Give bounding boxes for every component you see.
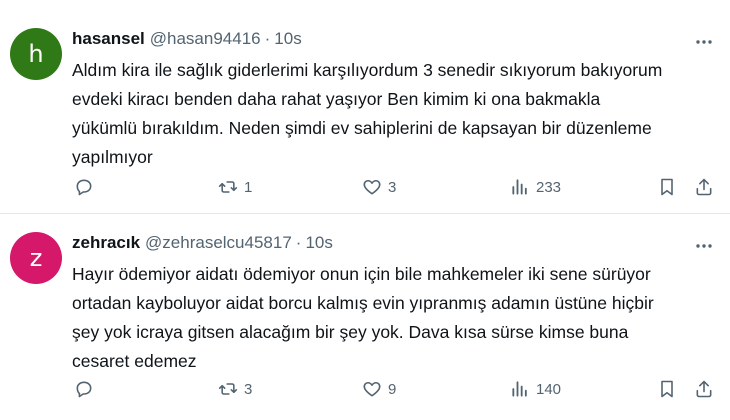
separator-dot: · (264, 29, 271, 48)
user-handle[interactable]: @zehraselcu45817 (145, 233, 292, 253)
repost-count: 1 (244, 178, 253, 196)
tweet-header: zehracık @zehraselcu45817 · 10s (72, 233, 333, 253)
heart-icon (363, 179, 381, 195)
timestamp[interactable]: 10s (274, 29, 301, 49)
display-name[interactable]: zehracık (72, 233, 140, 253)
views-button[interactable]: 233 (510, 175, 561, 199)
share-icon (696, 178, 712, 196)
user-handle[interactable]: @hasan94416 (150, 29, 261, 49)
more-dots-icon[interactable] (694, 32, 714, 52)
bookmark-button[interactable] (657, 377, 677, 401)
repost-button[interactable]: 3 (218, 377, 252, 401)
tweet-actions: 1 3 233 (0, 175, 730, 199)
more-dots-icon[interactable] (694, 236, 714, 256)
views-button[interactable]: 140 (510, 377, 561, 401)
repost-count: 3 (244, 380, 253, 398)
reply-icon (76, 381, 92, 398)
avatar[interactable]: h (10, 28, 62, 80)
avatar-letter: z (29, 244, 43, 272)
tweet-divider (0, 213, 730, 214)
bookmark-icon (661, 380, 673, 398)
tweet[interactable]: h hasansel @hasan94416 · 10s Aldım kira … (0, 0, 730, 214)
views-icon (512, 179, 527, 195)
bookmark-button[interactable] (657, 175, 677, 199)
repost-icon (218, 383, 238, 395)
timestamp[interactable]: 10s (305, 233, 332, 253)
like-button[interactable]: 9 (362, 377, 396, 401)
separator-dot: · (295, 233, 302, 252)
tweet-header: hasansel @hasan94416 · 10s (72, 29, 302, 49)
like-count: 9 (388, 380, 397, 398)
share-icon (696, 380, 712, 398)
avatar-letter: h (28, 40, 44, 68)
heart-icon (363, 381, 381, 397)
views-icon (512, 381, 527, 397)
like-count: 3 (388, 178, 397, 196)
display-name[interactable]: hasansel (72, 29, 145, 49)
reply-icon (76, 179, 92, 196)
view-count: 233 (536, 178, 562, 196)
avatar[interactable]: z (10, 232, 62, 284)
share-button[interactable] (694, 175, 714, 199)
reply-button[interactable] (74, 377, 94, 401)
repost-icon (218, 181, 238, 193)
tweet[interactable]: z zehracık @zehraselcu45817 · 10s Hayır … (0, 215, 730, 420)
share-button[interactable] (694, 377, 714, 401)
tweet-text: Hayır ödemiyor aidatı ödemiyor onun için… (72, 264, 654, 371)
view-count: 140 (536, 380, 562, 398)
like-button[interactable]: 3 (362, 175, 396, 199)
tweet-text: Aldım kira ile sağlık giderlerimi karşıl… (72, 60, 663, 167)
tweet-actions: 3 9 140 (0, 377, 730, 401)
bookmark-icon (661, 178, 673, 196)
reply-button[interactable] (74, 175, 94, 199)
repost-button[interactable]: 1 (218, 175, 252, 199)
